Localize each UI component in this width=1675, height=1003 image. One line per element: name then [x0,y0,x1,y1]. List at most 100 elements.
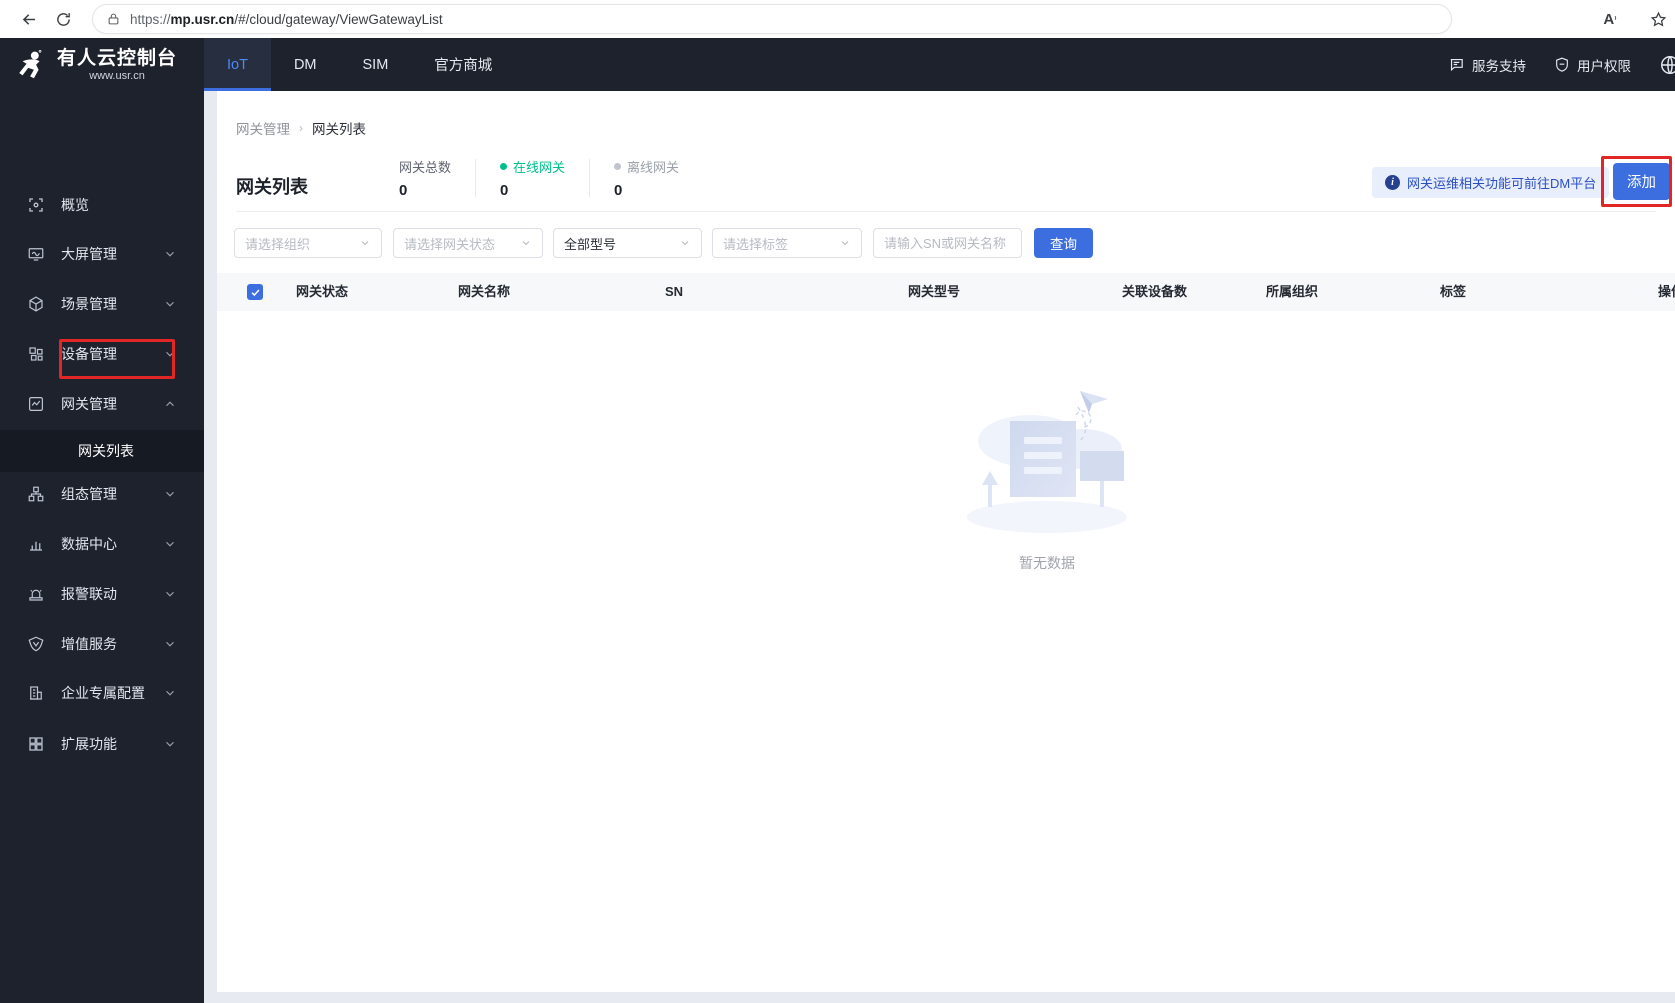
column-tags: 标签 [1440,284,1467,299]
sidebar-item-device-management[interactable]: 设备管理 [0,336,204,372]
column-actions: 操作 [1658,284,1675,299]
screen: https://mp.usr.cn/#/cloud/gateway/ViewGa… [0,0,1675,1003]
gateway-stats: 网关总数 0 在线网关 0 离线网关 0 [397,157,681,199]
big-screen-icon [27,245,45,263]
stat-offline: 离线网关 0 [614,160,680,199]
sidebar-item-gateway-management[interactable]: 网关管理 [0,386,204,422]
chevron-down-icon [163,737,177,751]
globe-icon[interactable] [1659,54,1675,76]
logo[interactable]: 有人云控制台 www.usr.cn [0,38,204,91]
sidebar: 概览 大屏管理 场景管理 设备管理 网关管理 网关列表 组态管理 数据中心 报警… [0,91,204,1003]
breadcrumb-parent[interactable]: 网关管理 [236,118,290,138]
column-sn: SN [665,284,684,299]
alarm-siren-icon [27,585,45,603]
sidebar-item-overview[interactable]: 概览 [0,187,204,223]
main-area: 网关管理 › 网关列表 网关列表 网关总数 0 在线网关 0 离线网关 0 i … [204,91,1675,1003]
bar-chart-icon [27,535,45,553]
device-grid-icon [27,345,45,363]
divider [589,159,591,197]
empty-state-illustration [952,389,1142,539]
chevron-down-icon [163,637,177,651]
value-shield-icon [27,635,45,653]
chevron-down-icon [163,297,177,311]
usr-person-logo-icon [15,48,49,82]
chevron-down-icon [163,247,177,261]
shield-badge-icon [1554,56,1570,73]
column-linked-devices: 关联设备数 [1122,284,1188,299]
breadcrumb-current: 网关列表 [312,122,366,137]
divider [236,211,1656,212]
logo-subtitle: www.usr.cn [89,69,145,82]
add-gateway-button[interactable]: 添加 [1613,163,1670,200]
sn-search-input[interactable] [873,228,1022,258]
column-gateway-model: 网关型号 [908,284,961,299]
favorite-star-icon[interactable] [1641,4,1675,34]
browser-address-bar[interactable]: https://mp.usr.cn/#/cloud/gateway/ViewGa… [92,4,1452,34]
info-icon: i [1385,175,1400,190]
browser-bar: https://mp.usr.cn/#/cloud/gateway/ViewGa… [0,0,1675,38]
chevron-down-icon [163,686,177,700]
gateway-chart-icon [27,395,45,413]
filter-bar: 请选择组织 请选择网关状态 全部型号 请选择标签 查询 [217,228,1675,258]
chevron-up-icon [163,397,177,411]
topology-icon [27,485,45,503]
sidebar-item-configuration-management[interactable]: 组态管理 [0,476,204,512]
stat-total: 网关总数 0 [399,160,452,199]
browser-refresh-icon[interactable] [46,4,80,34]
org-select[interactable]: 请选择组织 [234,228,382,258]
logo-title: 有人云控制台 [57,47,178,69]
sidebar-item-value-added-services[interactable]: 增值服务 [0,626,204,662]
service-support-link[interactable]: 服务支持 [1448,55,1526,75]
query-button[interactable]: 查询 [1034,228,1093,258]
select-all-checkbox[interactable] [247,284,263,300]
tab-iot[interactable]: IoT [204,38,271,91]
chevron-down-icon [839,237,851,249]
overview-icon [27,196,45,214]
content-card: 网关管理 › 网关列表 网关列表 网关总数 0 在线网关 0 离线网关 0 i … [217,91,1675,992]
chevron-down-icon [359,237,371,249]
column-gateway-name: 网关名称 [458,284,511,299]
chevron-down-icon [163,587,177,601]
dm-platform-banner[interactable]: i 网关运维相关功能可前往DM平台 [1372,167,1610,198]
empty-state-text: 暂无数据 [1019,555,1075,571]
table-header-row: 网关状态 网关名称 SN 网关型号 关联设备数 所属组织 标签 操作 [217,273,1675,311]
read-aloud-icon[interactable]: A ⁾ [1593,4,1627,34]
stat-online: 在线网关 0 [500,160,566,199]
building-icon [27,684,45,702]
sidebar-item-data-center[interactable]: 数据中心 [0,526,204,562]
column-organization: 所属组织 [1266,284,1319,299]
scene-cube-icon [27,295,45,313]
tab-official-store[interactable]: 官方商城 [411,38,515,91]
model-select[interactable]: 全部型号 [553,228,702,258]
gateway-status-select[interactable]: 请选择网关状态 [393,228,543,258]
chat-bubble-icon [1448,56,1465,73]
divider [475,159,477,197]
sidebar-item-enterprise-config[interactable]: 企业专属配置 [0,675,204,711]
sidebar-item-gateway-list[interactable]: 网关列表 [0,430,204,472]
chevron-down-icon [520,237,532,249]
sidebar-item-scene-management[interactable]: 场景管理 [0,286,204,322]
column-gateway-status: 网关状态 [296,284,349,299]
chevron-down-icon [679,237,691,249]
header-tabs: IoT DM SIM 官方商城 [204,38,515,91]
tab-dm[interactable]: DM [271,38,340,91]
sidebar-item-extended-functions[interactable]: 扩展功能 [0,726,204,762]
chevron-down-icon [163,487,177,501]
browser-back-icon[interactable] [12,4,46,34]
chevron-down-icon [163,537,177,551]
page-title: 网关列表 [236,177,308,197]
chevron-down-icon [163,347,177,361]
app-header: 有人云控制台 www.usr.cn IoT DM SIM 官方商城 服务支持 用… [0,38,1675,91]
lock-icon [107,12,120,26]
online-dot-icon [500,163,508,170]
apps-grid-icon [27,735,45,753]
breadcrumb: 网关管理 › 网关列表 [236,118,366,138]
offline-dot-icon [614,163,622,170]
sidebar-item-screen-management[interactable]: 大屏管理 [0,236,204,272]
user-permission-link[interactable]: 用户权限 [1554,55,1631,75]
url-text: https://mp.usr.cn/#/cloud/gateway/ViewGa… [130,11,443,27]
sidebar-item-alarm-linkage[interactable]: 报警联动 [0,576,204,612]
breadcrumb-separator: › [299,121,303,135]
tag-select[interactable]: 请选择标签 [712,228,862,258]
tab-sim[interactable]: SIM [340,38,412,91]
